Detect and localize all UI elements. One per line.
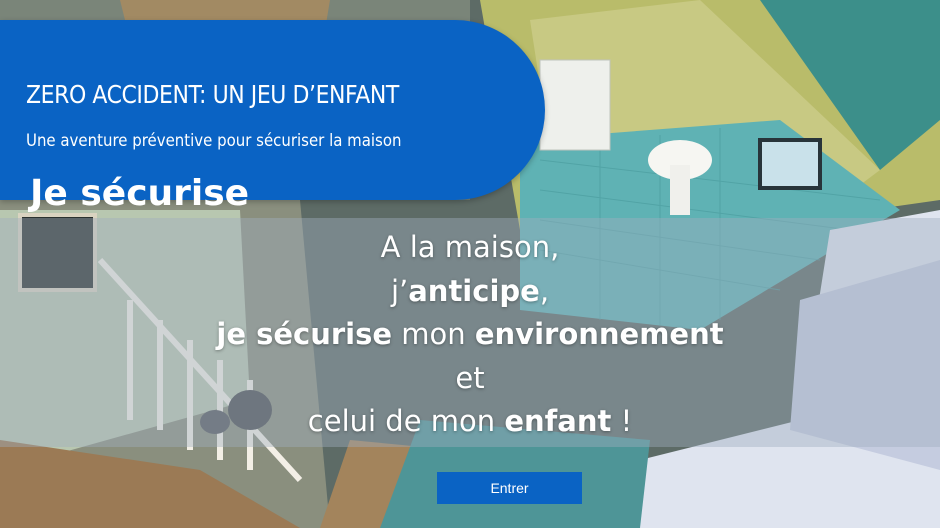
message-text: , — [539, 273, 550, 308]
message-emphasis: environnement — [474, 317, 724, 351]
message-line-3: je sécurise mon environnement — [0, 313, 940, 357]
header-card: ZERO ACCIDENT: UN JEU D’ENFANT Une avent… — [0, 20, 545, 214]
message-text: celui de mon — [307, 404, 505, 438]
game-title: ZERO ACCIDENT: UN JEU D’ENFANT — [26, 80, 399, 109]
message-emphasis: je — [216, 317, 257, 351]
message-line-4: et — [455, 360, 485, 395]
intro-message: A la maison, j’anticipe, je sécurise mon… — [0, 226, 940, 444]
message-text: ! — [611, 404, 633, 438]
message-text: j’ — [390, 273, 409, 308]
message-line-5: celui de mon enfant ! — [0, 400, 940, 444]
message-emphasis: enfant — [504, 404, 612, 438]
message-line-1: A la maison, — [380, 230, 560, 264]
enter-button[interactable]: Entrer — [437, 472, 582, 504]
message-emphasis: sécurise — [256, 317, 393, 351]
section-heading: Je sécurise — [30, 173, 250, 214]
message-text: mon — [392, 317, 475, 351]
message-line-2: j’anticipe, — [0, 270, 940, 314]
game-subtitle: Une aventure préventive pour sécuriser l… — [26, 131, 402, 151]
message-emphasis: anticipe — [408, 273, 540, 308]
